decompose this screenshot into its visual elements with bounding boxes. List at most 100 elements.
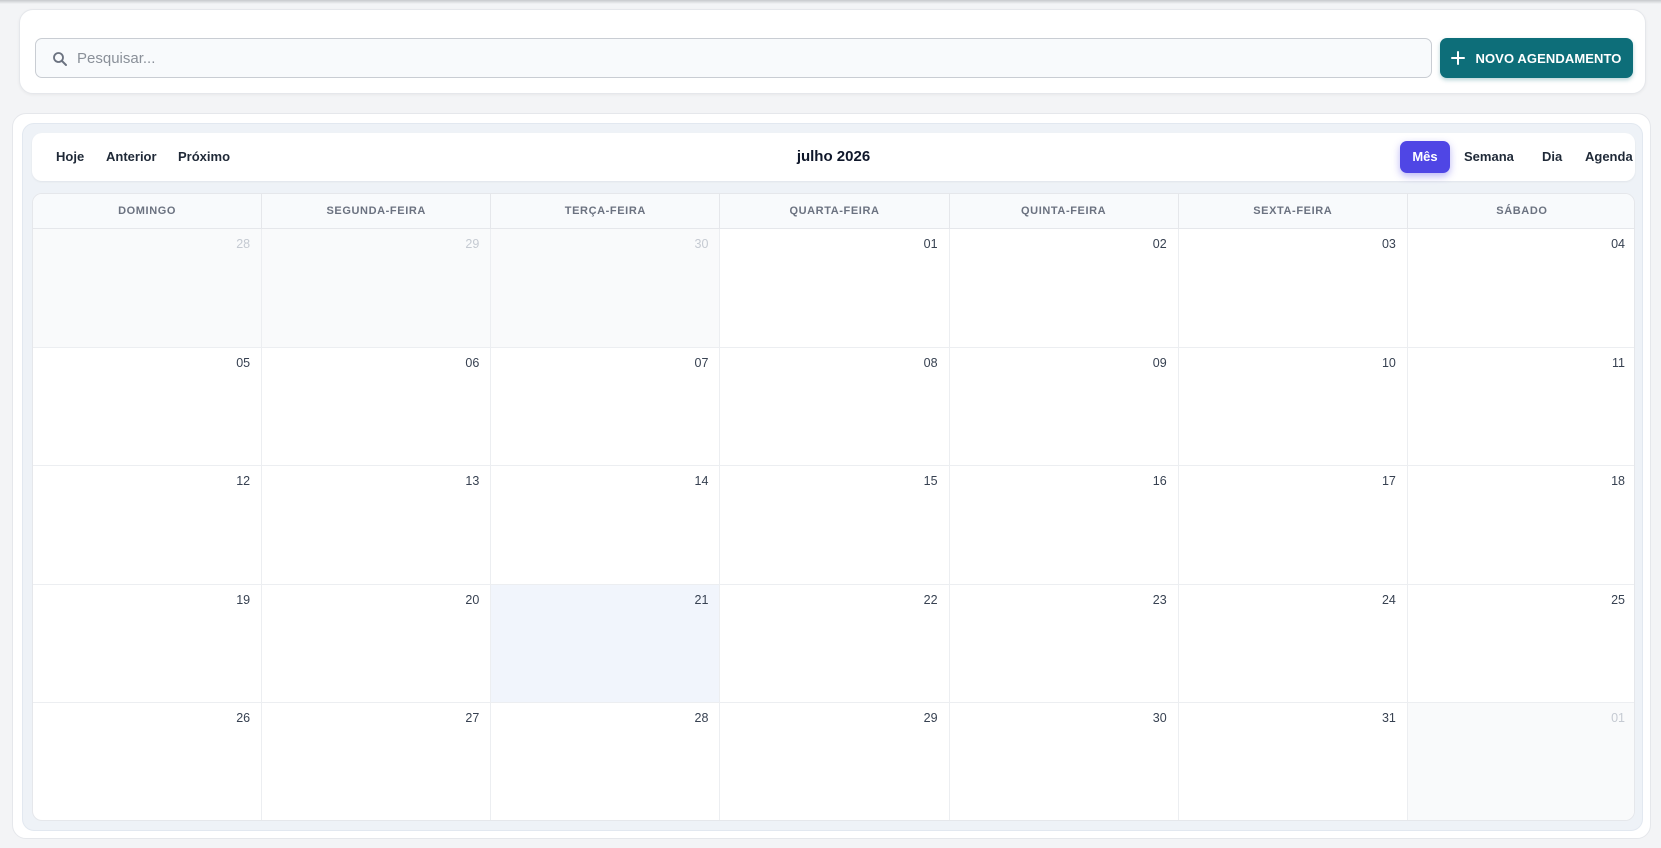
day-number[interactable]: 21 <box>695 593 709 607</box>
day-number[interactable]: 03 <box>1382 237 1396 251</box>
day-cell[interactable]: 31 <box>1179 703 1408 820</box>
day-number[interactable]: 30 <box>1153 711 1167 725</box>
day-cell[interactable]: 20 <box>262 584 492 703</box>
day-cell[interactable]: 09 <box>950 347 1179 466</box>
search-input[interactable] <box>77 39 1417 77</box>
today-button[interactable]: Hoje <box>48 141 92 173</box>
day-cell[interactable]: 10 <box>1179 347 1408 466</box>
day-number[interactable]: 26 <box>236 711 250 725</box>
day-number[interactable]: 30 <box>695 237 709 251</box>
week-row: 26 27 28 29 30 31 01 <box>33 703 1634 820</box>
day-number[interactable]: 20 <box>465 593 479 607</box>
view-day-button[interactable]: Dia <box>1534 141 1570 173</box>
day-number[interactable]: 13 <box>465 474 479 488</box>
day-number[interactable]: 01 <box>924 237 938 251</box>
day-number[interactable]: 16 <box>1153 474 1167 488</box>
day-number[interactable]: 06 <box>465 356 479 370</box>
day-cell[interactable]: 18 <box>1408 466 1634 584</box>
day-number[interactable]: 28 <box>695 711 709 725</box>
weekday-thursday: QUINTA-FEIRA <box>950 194 1179 228</box>
day-cell[interactable]: 01 <box>1407 703 1634 820</box>
weekday-header: DOMINGO SEGUNDA-FEIRA TERÇA-FEIRA QUARTA… <box>33 194 1634 229</box>
day-cell[interactable]: 29 <box>720 703 950 820</box>
search-box[interactable] <box>35 38 1432 78</box>
day-cell[interactable]: 04 <box>1408 229 1634 347</box>
week-row: 05 06 07 08 09 10 11 <box>33 347 1634 467</box>
day-cell[interactable]: 23 <box>950 584 1179 703</box>
day-number[interactable]: 27 <box>465 711 479 725</box>
day-cell[interactable]: 22 <box>720 584 950 703</box>
day-cell[interactable]: 28 <box>491 703 721 820</box>
day-cell[interactable]: 02 <box>950 229 1179 347</box>
calendar-container: Hoje Anterior Próximo julho 2026 Mês Sem… <box>22 123 1643 831</box>
day-cell[interactable]: 08 <box>720 347 950 466</box>
day-cell[interactable]: 27 <box>262 703 492 820</box>
day-number[interactable]: 12 <box>236 474 250 488</box>
top-shadow <box>0 0 1661 4</box>
day-number[interactable]: 10 <box>1382 356 1396 370</box>
calendar-toolbar: Hoje Anterior Próximo julho 2026 Mês Sem… <box>32 133 1635 181</box>
day-cell[interactable]: 29 <box>262 229 492 347</box>
day-number[interactable]: 22 <box>924 593 938 607</box>
weekday-saturday: SÁBADO <box>1496 205 1548 217</box>
weekday-tuesday: TERÇA-FEIRA <box>491 194 721 228</box>
day-number[interactable]: 09 <box>1153 356 1167 370</box>
day-number[interactable]: 24 <box>1382 593 1396 607</box>
day-cell[interactable]: 24 <box>1179 584 1408 703</box>
weekday-monday: SEGUNDA-FEIRA <box>262 194 492 228</box>
day-number[interactable]: 14 <box>695 474 709 488</box>
weekday-friday: SEXTA-FEIRA <box>1179 194 1408 228</box>
search-card: NOVO AGENDAMENTO <box>19 9 1646 94</box>
weekday-sunday: DOMINGO <box>33 194 263 228</box>
day-number[interactable]: 17 <box>1382 474 1396 488</box>
day-cell[interactable]: 26 <box>33 703 263 820</box>
day-number[interactable]: 07 <box>695 356 709 370</box>
day-number[interactable]: 29 <box>465 237 479 251</box>
view-agenda-button[interactable]: Agenda <box>1577 141 1641 173</box>
plus-icon <box>1451 51 1466 65</box>
calendar-title: julho 2026 <box>796 148 871 165</box>
day-cell[interactable]: 01 <box>720 229 950 347</box>
day-number[interactable]: 18 <box>1611 474 1625 488</box>
new-appointment-button[interactable]: NOVO AGENDAMENTO <box>1440 38 1633 78</box>
day-number[interactable]: 04 <box>1611 237 1625 251</box>
weekday-wednesday: QUARTA-FEIRA <box>720 194 950 228</box>
day-cell[interactable]: 16 <box>950 466 1179 584</box>
search-icon <box>53 52 67 66</box>
week-row: 12 13 14 15 16 17 18 <box>33 466 1634 585</box>
calendar-card: Hoje Anterior Próximo julho 2026 Mês Sem… <box>12 113 1651 839</box>
day-cell[interactable]: 12 <box>33 466 263 584</box>
day-cell[interactable]: 30 <box>950 703 1179 820</box>
day-number[interactable]: 25 <box>1611 593 1625 607</box>
day-cell[interactable]: 13 <box>262 466 492 584</box>
day-number[interactable]: 15 <box>924 474 938 488</box>
next-button[interactable]: Próximo <box>170 141 238 173</box>
view-month-button[interactable]: Mês <box>1400 141 1450 173</box>
day-number[interactable]: 05 <box>236 356 250 370</box>
day-number[interactable]: 19 <box>236 593 250 607</box>
day-number[interactable]: 02 <box>1153 237 1167 251</box>
previous-button[interactable]: Anterior <box>98 141 165 173</box>
day-number[interactable]: 31 <box>1382 711 1396 725</box>
day-cell-today[interactable]: 21 <box>491 584 721 703</box>
day-cell[interactable]: 28 <box>33 229 263 347</box>
day-cell[interactable]: 19 <box>33 584 263 703</box>
day-cell[interactable]: 06 <box>262 347 492 466</box>
day-number[interactable]: 11 <box>1612 356 1625 370</box>
day-cell[interactable]: 11 <box>1408 348 1634 466</box>
day-cell[interactable]: 07 <box>491 347 721 466</box>
day-number[interactable]: 28 <box>236 237 250 251</box>
day-cell[interactable]: 30 <box>491 229 721 347</box>
day-number[interactable]: 23 <box>1153 593 1167 607</box>
day-cell[interactable]: 03 <box>1179 229 1408 347</box>
day-cell[interactable]: 15 <box>720 466 950 584</box>
view-week-button[interactable]: Semana <box>1456 141 1522 173</box>
day-number[interactable]: 01 <box>1611 711 1625 725</box>
day-cell[interactable]: 17 <box>1179 466 1408 584</box>
week-row: 19 20 21 22 23 24 25 <box>33 584 1634 704</box>
day-cell[interactable]: 14 <box>491 466 721 584</box>
day-cell[interactable]: 25 <box>1408 585 1634 703</box>
day-cell[interactable]: 05 <box>33 347 263 466</box>
day-number[interactable]: 29 <box>924 711 938 725</box>
day-number[interactable]: 08 <box>924 356 938 370</box>
